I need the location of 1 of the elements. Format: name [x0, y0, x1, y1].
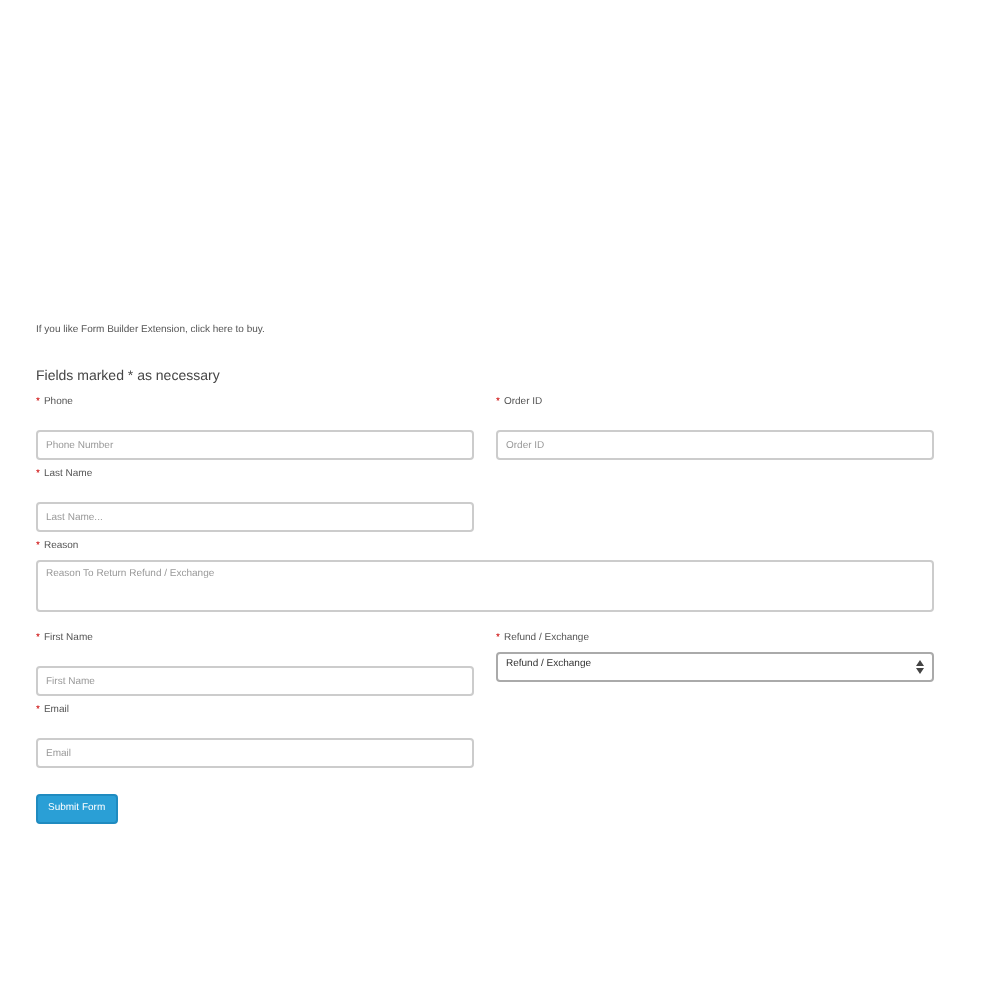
dropdown-arrows-icon	[916, 659, 924, 673]
